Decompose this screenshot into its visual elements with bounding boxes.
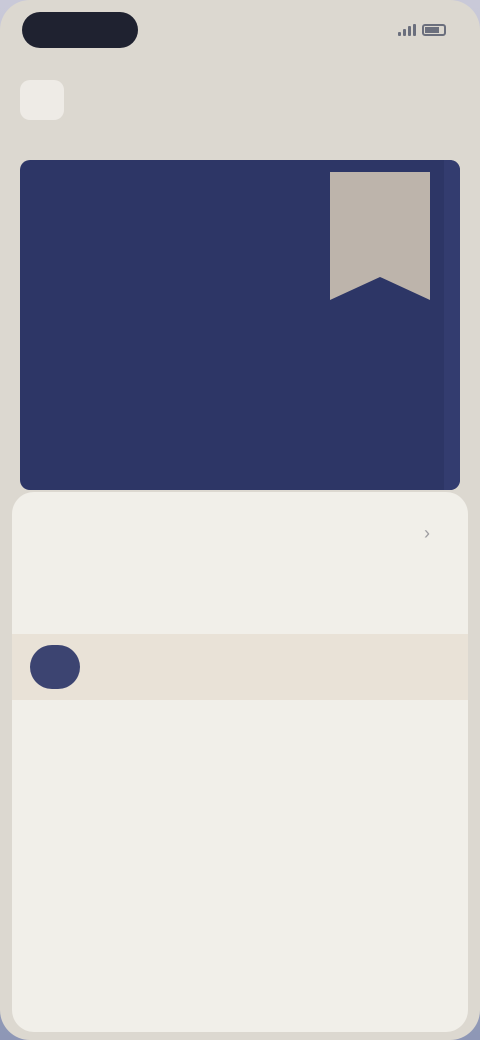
- signal-icon: [398, 24, 416, 36]
- chevron-right-icon[interactable]: ›: [424, 524, 442, 542]
- top-nav-item-1[interactable]: [20, 80, 64, 120]
- phone-screen: ›: [0, 0, 480, 1040]
- status-bar: [0, 0, 480, 64]
- avatar: [30, 645, 80, 689]
- sheet-tabs: [42, 520, 442, 550]
- bottom-sheet: ›: [12, 492, 468, 1032]
- top-nav: [20, 78, 460, 122]
- battery-icon: [422, 24, 446, 36]
- hero-card[interactable]: [20, 160, 460, 490]
- status-indicators: [392, 20, 446, 40]
- status-time-pill: [22, 12, 138, 48]
- list-item[interactable]: [12, 634, 468, 700]
- hero-edge-strip: [444, 160, 460, 490]
- bookmark-badge: [330, 172, 430, 300]
